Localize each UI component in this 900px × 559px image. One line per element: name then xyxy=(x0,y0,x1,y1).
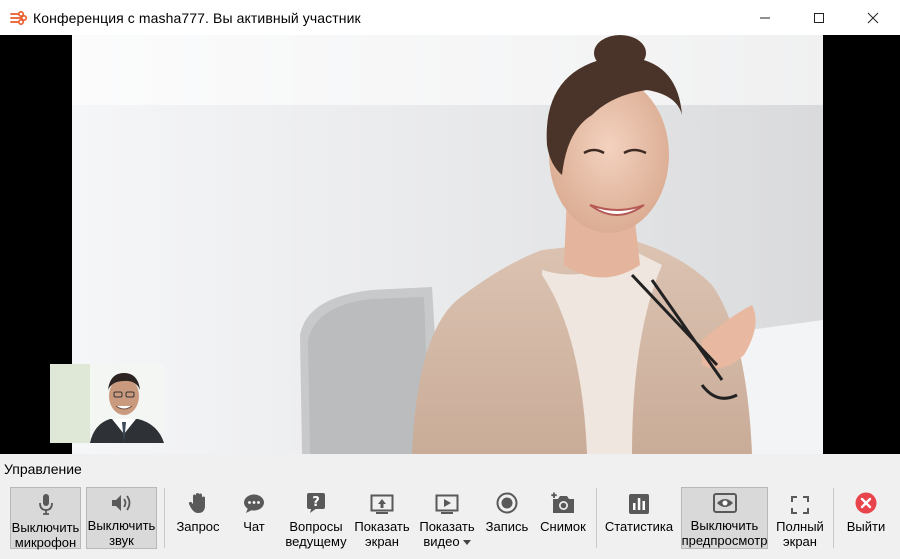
request-label: Запрос xyxy=(176,519,220,534)
record-label: Запись xyxy=(485,519,529,534)
share-video-button[interactable]: Показать видео xyxy=(416,487,478,549)
disable-preview-label: Выключить предпросмотр xyxy=(681,518,768,548)
exit-x-icon xyxy=(855,492,877,514)
fullscreen-icon xyxy=(791,492,809,514)
toolbar-separator xyxy=(833,488,834,548)
camera-plus-icon xyxy=(550,492,576,514)
chat-label: Чат xyxy=(243,519,265,534)
disable-preview-button[interactable]: Выключить предпросмотр xyxy=(681,487,768,549)
title-bar: Конференция с masha777. Вы активный учас… xyxy=(0,0,900,35)
remote-video-feed[interactable] xyxy=(72,35,823,454)
share-video-label: Показать видео xyxy=(419,519,475,549)
remote-participant-image xyxy=(72,35,823,454)
self-view-video[interactable] xyxy=(50,364,164,443)
video-stage xyxy=(0,35,900,454)
exit-button[interactable]: Выйти xyxy=(841,487,891,549)
share-screen-label: Показать экран xyxy=(354,519,410,549)
maximize-icon xyxy=(814,12,824,23)
window-controls xyxy=(738,0,900,35)
window-title: Конференция с masha777. Вы активный учас… xyxy=(33,9,361,26)
close-icon xyxy=(867,12,879,23)
microphone-icon xyxy=(38,493,54,515)
mute-microphone-button[interactable]: Выключить микрофон xyxy=(10,487,81,550)
request-button[interactable]: Запрос xyxy=(172,487,224,549)
local-participant-image xyxy=(50,364,164,443)
raise-hand-icon xyxy=(188,492,208,514)
control-panel: Управление Выключить микрофон Выключить зв… xyxy=(0,454,900,559)
record-button[interactable]: Запись xyxy=(482,487,532,549)
toolbar-separator xyxy=(596,488,597,548)
statistics-label: Статистика xyxy=(604,519,674,534)
share-screen-button[interactable]: Показать экран xyxy=(352,487,412,549)
snapshot-button[interactable]: Снимок xyxy=(536,487,590,549)
questions-to-host-button[interactable]: ? Вопросы ведущему xyxy=(284,487,348,549)
mute-sound-label: Выключить звук xyxy=(87,518,156,548)
mute-microphone-label: Выключить микрофон xyxy=(11,520,80,550)
panel-label: Управление xyxy=(4,461,82,477)
share-screen-icon xyxy=(370,492,394,514)
chat-button[interactable]: Чат xyxy=(232,487,276,549)
chevron-down-icon[interactable] xyxy=(462,540,471,546)
statistics-button[interactable]: Статистика xyxy=(603,487,675,549)
questions-label: Вопросы ведущему xyxy=(285,519,347,549)
fullscreen-button[interactable]: Полный экран xyxy=(772,487,828,549)
bar-chart-icon xyxy=(629,492,649,514)
toolbar: Выключить микрофон Выключить звук Запрос Ч… xyxy=(0,485,900,551)
maximize-button[interactable] xyxy=(792,0,846,35)
minimize-button[interactable] xyxy=(738,0,792,35)
app-logo-icon xyxy=(9,9,28,27)
svg-text:?: ? xyxy=(312,495,320,510)
eye-icon xyxy=(712,493,737,513)
mute-sound-button[interactable]: Выключить звук xyxy=(86,487,157,549)
exit-label: Выйти xyxy=(846,519,886,534)
fullscreen-label: Полный экран xyxy=(776,519,824,549)
close-button[interactable] xyxy=(846,0,900,35)
speaker-icon xyxy=(111,493,133,513)
record-icon xyxy=(496,492,518,514)
minimize-icon xyxy=(760,17,770,18)
play-video-icon xyxy=(435,492,459,514)
snapshot-label: Снимок xyxy=(540,519,586,534)
chat-bubble-icon xyxy=(243,492,265,514)
question-icon: ? xyxy=(306,492,326,514)
toolbar-separator xyxy=(164,488,165,548)
